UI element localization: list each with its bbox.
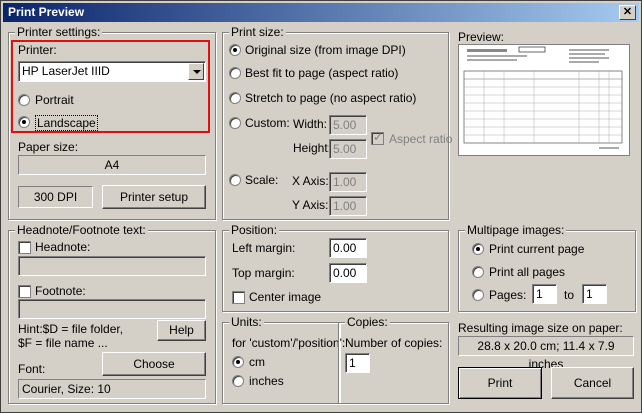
- footnote-checkbox[interactable]: [18, 285, 31, 298]
- print-all-pages-label[interactable]: Print all pages: [489, 265, 565, 279]
- hint-text-line2: $F = file name ...: [18, 336, 108, 350]
- landscape-label[interactable]: Landscape: [35, 115, 98, 131]
- headnote-input[interactable]: [18, 256, 206, 276]
- width-label: Width:: [293, 117, 328, 131]
- headnote-label[interactable]: Headnote:: [35, 240, 90, 254]
- best-fit-radio[interactable]: [229, 67, 241, 79]
- hint-text-line1: Hint:$D = file folder,: [18, 322, 124, 336]
- paper-size-value: A4: [18, 155, 206, 175]
- portrait-label[interactable]: Portrait: [35, 93, 74, 107]
- help-button[interactable]: Help: [157, 320, 206, 341]
- best-fit-label[interactable]: Best fit to page (aspect ratio): [245, 66, 398, 80]
- width-input[interactable]: 5.00: [329, 115, 367, 135]
- original-size-label[interactable]: Original size (from image DPI): [245, 43, 406, 57]
- printer-dropdown[interactable]: HP LaserJet IIID: [18, 61, 206, 82]
- inches-radio[interactable]: [232, 375, 244, 387]
- cm-label[interactable]: cm: [249, 355, 265, 369]
- print-current-page-label[interactable]: Print current page: [489, 242, 584, 256]
- aspect-ratio-checkbox[interactable]: [371, 130, 384, 145]
- y-axis-label: Y Axis:: [292, 198, 329, 212]
- landscape-radio[interactable]: [18, 116, 30, 128]
- chevron-down-icon[interactable]: [188, 63, 204, 80]
- cm-radio[interactable]: [232, 356, 244, 368]
- print-current-page-radio[interactable]: [472, 243, 484, 255]
- print-all-pages-radio[interactable]: [472, 266, 484, 278]
- center-image-checkbox[interactable]: [232, 291, 245, 304]
- stretch-label[interactable]: Stretch to page (no aspect ratio): [245, 91, 416, 105]
- position-label: Position:: [229, 223, 280, 237]
- dpi-value: 300 DPI: [18, 186, 93, 208]
- inches-label[interactable]: inches: [249, 374, 284, 388]
- footnote-input[interactable]: [18, 299, 206, 319]
- pages-from-input[interactable]: 1: [532, 284, 557, 304]
- scale-radio[interactable]: [229, 174, 241, 186]
- scale-label[interactable]: Scale:: [245, 173, 278, 187]
- original-size-radio[interactable]: [229, 44, 241, 56]
- headnote-footnote-label: Headnote/Footnote text:: [15, 223, 148, 237]
- top-margin-input[interactable]: 0.00: [329, 263, 367, 283]
- result-label: Resulting image size on paper:: [458, 321, 623, 335]
- footnote-label[interactable]: Footnote:: [35, 284, 86, 298]
- height-input[interactable]: 5.00: [329, 139, 367, 159]
- paper-size-label: Paper size:: [18, 140, 79, 154]
- x-axis-label: X Axis:: [292, 174, 329, 188]
- printer-setup-button[interactable]: Printer setup: [102, 185, 206, 209]
- copies-input[interactable]: 1: [345, 353, 370, 373]
- portrait-radio[interactable]: [18, 94, 30, 106]
- units-for-label: for 'custom'/'position':: [232, 336, 346, 350]
- x-axis-input[interactable]: 1.00: [329, 172, 367, 192]
- preview-pane: [458, 44, 630, 156]
- aspect-ratio-label[interactable]: Aspect ratio: [389, 132, 452, 146]
- custom-radio[interactable]: [229, 117, 241, 129]
- number-of-copies-label: Number of copies:: [345, 336, 443, 350]
- printer-settings-label: Printer settings:: [15, 25, 103, 39]
- multipage-label: Multipage images:: [465, 223, 567, 237]
- custom-label[interactable]: Custom:: [245, 116, 290, 130]
- pages-radio[interactable]: [472, 289, 484, 301]
- top-margin-label: Top margin:: [232, 266, 295, 280]
- units-label: Units:: [229, 315, 264, 329]
- close-button[interactable]: ✕: [619, 5, 636, 20]
- stretch-radio[interactable]: [229, 92, 241, 104]
- preview-page-thumbnail: [463, 46, 623, 149]
- y-axis-input[interactable]: 1.00: [329, 196, 367, 216]
- center-image-label[interactable]: Center image: [249, 290, 321, 304]
- height-label: Height:: [293, 141, 332, 155]
- title-bar[interactable]: Print Preview ✕: [3, 3, 639, 22]
- preview-label: Preview:: [458, 30, 505, 44]
- printer-dropdown-value: HP LaserJet IIID: [22, 64, 110, 78]
- copies-label: Copies:: [345, 315, 390, 329]
- window-title: Print Preview: [8, 5, 85, 19]
- font-label: Font:: [18, 362, 46, 376]
- print-size-label: Print size:: [229, 25, 286, 39]
- font-value: Courier, Size: 10: [18, 379, 206, 399]
- pages-to-input[interactable]: 1: [582, 284, 607, 304]
- pages-label[interactable]: Pages:: [489, 288, 526, 302]
- left-margin-input[interactable]: 0.00: [329, 238, 367, 258]
- pages-to-label: to: [564, 288, 575, 302]
- choose-font-button[interactable]: Choose: [102, 352, 206, 376]
- print-button[interactable]: Print: [458, 367, 542, 399]
- headnote-checkbox[interactable]: [18, 241, 31, 254]
- result-value: 28.8 x 20.0 cm; 11.4 x 7.9 inches: [458, 336, 634, 371]
- printer-label: Printer:: [18, 43, 57, 57]
- cancel-button[interactable]: Cancel: [551, 367, 634, 399]
- left-margin-label: Left margin:: [232, 241, 296, 255]
